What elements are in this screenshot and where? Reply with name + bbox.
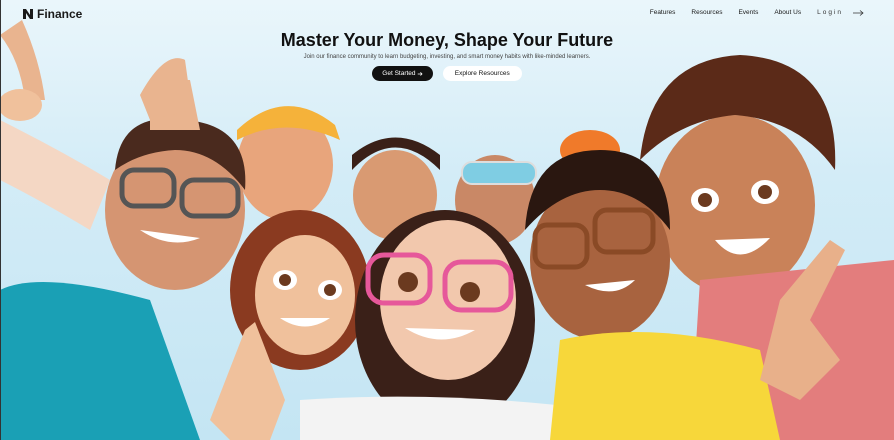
- nav-link-resources[interactable]: Resources: [691, 9, 722, 16]
- explore-resources-label: Explore Resources: [454, 70, 510, 77]
- arrow-right-icon: ➔: [415, 70, 423, 78]
- brand-name: Finance: [37, 7, 83, 21]
- login-label: Login: [817, 9, 843, 16]
- get-started-button[interactable]: Get Started ➔: [372, 66, 433, 81]
- top-navigation: Finance Features Resources Events About …: [0, 0, 894, 26]
- hero-subtitle: Join our finance community to learn budg…: [303, 54, 591, 60]
- hero-section: Master Your Money, Shape Your Future Joi…: [0, 30, 894, 81]
- nav-link-about-us[interactable]: About Us: [774, 9, 801, 16]
- nav-links: Features Resources Events About Us Login: [650, 9, 864, 16]
- nav-link-features[interactable]: Features: [650, 9, 676, 16]
- hero-title: Master Your Money, Shape Your Future: [280, 30, 614, 50]
- get-started-label: Get Started: [382, 70, 416, 77]
- arrow-right-icon: [853, 9, 864, 16]
- explore-resources-button[interactable]: Explore Resources: [442, 66, 522, 81]
- logo-icon: [23, 9, 33, 19]
- nav-link-events[interactable]: Events: [738, 9, 758, 16]
- brand[interactable]: Finance: [23, 7, 82, 21]
- login-link[interactable]: Login: [817, 9, 864, 16]
- hero-cta-group: Get Started ➔ Explore Resources: [0, 66, 894, 81]
